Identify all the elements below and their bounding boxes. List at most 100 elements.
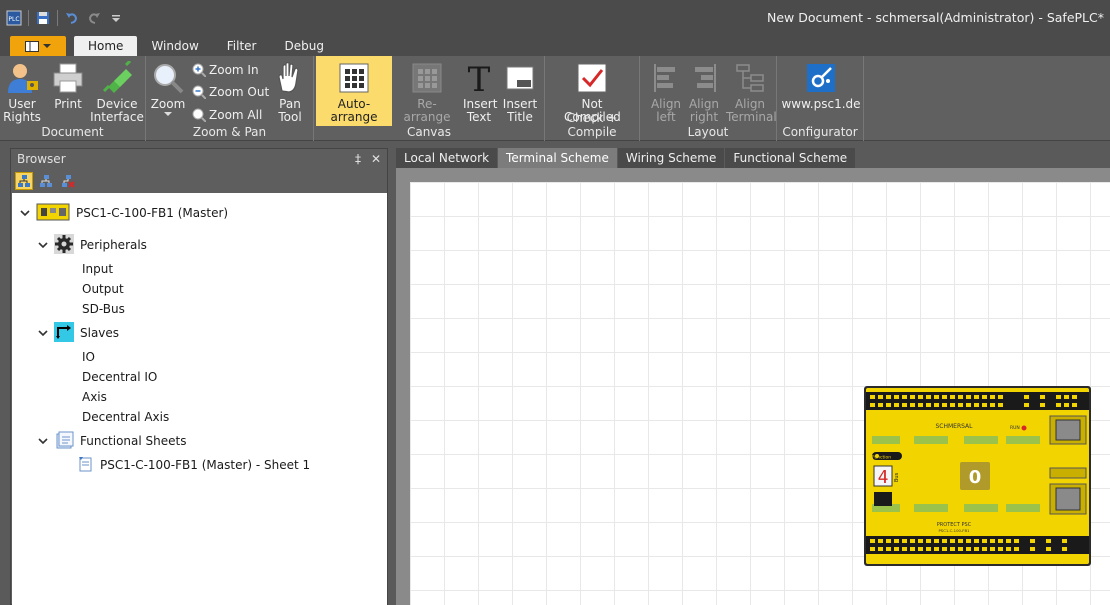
configurator-logo-icon (803, 60, 839, 96)
ribbon-tab-bar: Home Window Filter Debug (0, 36, 1110, 56)
magnifier-icon (150, 60, 186, 96)
save-icon[interactable] (35, 10, 51, 26)
pin-icon[interactable]: ‡ (355, 152, 361, 166)
chevron-down-icon (164, 112, 172, 116)
app-logo-icon[interactable]: PLC (6, 10, 22, 26)
align-left-button[interactable]: Align left (648, 56, 684, 126)
zoom-in-button[interactable]: Zoom In (192, 60, 259, 80)
quick-access-toolbar: PLC (0, 10, 124, 26)
tree-item-io[interactable]: IO (82, 347, 95, 367)
title-bar: PLC New Document - schmersal(Administrat… (0, 0, 1110, 36)
website-button[interactable]: www.psc1.de (781, 56, 861, 126)
text-t-icon: T (461, 60, 497, 96)
group-document: User Rights Print Device Interface Docum… (0, 56, 146, 141)
align-right-button[interactable]: Align right (686, 56, 722, 126)
align-terminal-icon (732, 60, 768, 96)
tree-item-output[interactable]: Output (82, 279, 124, 299)
group-label-layout: Layout (687, 125, 729, 139)
device-brand: SCHMERSAL (935, 423, 973, 430)
zoom-out-button[interactable]: Zoom Out (192, 82, 269, 102)
print-button[interactable]: Print (48, 56, 88, 126)
toolbar-separator (57, 10, 58, 26)
user-rights-button[interactable]: User Rights (2, 56, 42, 126)
group-canvas: Auto-arrange Re-arrange T Insert Text In… (314, 56, 545, 141)
zoom-button[interactable]: Zoom (148, 56, 188, 126)
tab-debug[interactable]: Debug (270, 36, 337, 56)
chevron-down-icon[interactable] (38, 240, 48, 250)
slaves-icon (54, 321, 74, 345)
group-label-zoom-pan: Zoom & Pan (192, 125, 267, 139)
browser-panel-header: Browser ‡ ✕ (11, 149, 387, 169)
tree-item-sd-bus[interactable]: SD-Bus (82, 299, 125, 319)
device-bus-label: Bus (894, 472, 900, 482)
zoom-all-icon (192, 108, 206, 122)
plc-device[interactable]: Function 4 Bus 0 SCHMERSAL RUN PROTECT P… (864, 386, 1091, 566)
add-node-icon[interactable] (15, 172, 33, 190)
device-run-label: RUN (1010, 425, 1020, 431)
tab-filter[interactable]: Filter (213, 36, 271, 56)
tree-node-root[interactable]: PSC1-C-100-FB1 (Master) (20, 203, 228, 223)
tree-node-peripherals[interactable]: Peripherals (38, 233, 147, 257)
window-title: New Document - schmersal(Administrator) … (767, 10, 1104, 25)
compile-check-icon (574, 60, 610, 96)
tree-item-sheet-1[interactable]: PSC1-C-100-FB1 (Master) - Sheet 1 (78, 455, 310, 475)
chevron-down-icon (43, 44, 51, 48)
auto-arrange-button[interactable]: Auto-arrange (316, 56, 392, 126)
network-node-icon[interactable] (37, 172, 55, 190)
tree-item-decentral-io[interactable]: Decentral IO (82, 367, 157, 387)
undo-icon[interactable] (64, 10, 80, 26)
dropdown-icon[interactable] (108, 10, 124, 26)
tree-item-axis[interactable]: Axis (82, 387, 107, 407)
chevron-down-icon[interactable] (38, 328, 48, 338)
chevron-down-icon[interactable] (38, 436, 48, 446)
browser-tree: PSC1-C-100-FB1 (Master) Peripherals Inpu… (12, 193, 387, 605)
browser-panel-title: Browser (17, 152, 66, 166)
chevron-down-icon[interactable] (20, 208, 30, 218)
svg-text:PLC: PLC (8, 16, 19, 23)
browser-toolbar (11, 169, 387, 193)
tab-functional-scheme[interactable]: Functional Scheme (725, 148, 856, 168)
tree-node-functional-sheets[interactable]: Functional Sheets (38, 431, 187, 451)
tree-label-functional-sheets: Functional Sheets (80, 434, 187, 448)
pan-tool-button[interactable]: Pan Tool (270, 56, 310, 126)
tree-item-input[interactable]: Input (82, 259, 113, 279)
document-tab-bar: Local Network Terminal Scheme Wiring Sch… (396, 148, 1110, 168)
ribbon: User Rights Print Device Interface Docum… (0, 56, 1110, 141)
tab-window[interactable]: Window (137, 36, 212, 56)
align-left-icon (648, 60, 684, 96)
gear-icon (54, 233, 74, 257)
zoom-all-button[interactable]: Zoom All (192, 105, 262, 125)
device-counter-value: 0 (969, 467, 982, 488)
tab-home[interactable]: Home (74, 36, 138, 56)
printer-icon (50, 60, 86, 96)
group-label-check: Check + Compile (566, 111, 618, 139)
insert-title-button[interactable]: Insert Title (498, 56, 542, 126)
tab-wiring-scheme[interactable]: Wiring Scheme (617, 148, 725, 168)
title-block-icon (502, 60, 538, 96)
tab-local-network[interactable]: Local Network (396, 148, 498, 168)
group-layout: Align left Align right Align Terminal La… (640, 56, 777, 141)
tree-node-slaves[interactable]: Slaves (38, 321, 119, 345)
tree-item-decentral-axis[interactable]: Decentral Axis (82, 407, 169, 427)
grid-rearrange-icon (409, 60, 445, 96)
plc-device-icon (36, 202, 70, 225)
re-arrange-button[interactable]: Re-arrange (396, 56, 458, 126)
tree-label-peripherals: Peripherals (80, 238, 147, 252)
plug-icon (99, 60, 135, 96)
insert-text-button[interactable]: T Insert Text (460, 56, 498, 126)
group-configurator: www.psc1.de Configurator (777, 56, 864, 141)
device-function-label: Function (872, 455, 891, 461)
redo-icon[interactable] (86, 10, 102, 26)
align-terminal-button[interactable]: Align Terminal (726, 56, 777, 126)
tab-terminal-scheme[interactable]: Terminal Scheme (498, 148, 617, 168)
close-icon[interactable]: ✕ (371, 152, 381, 166)
sheet-icon (78, 456, 94, 475)
terminal-scheme-canvas[interactable]: Function 4 Bus 0 SCHMERSAL RUN PROTECT P… (410, 182, 1110, 605)
device-display-value: 4 (878, 467, 889, 488)
align-right-icon (686, 60, 722, 96)
zoom-in-icon (192, 63, 206, 77)
device-interface-button[interactable]: Device Interface (90, 56, 144, 126)
delete-node-icon[interactable] (59, 172, 77, 190)
tree-label-sheet-1: PSC1-C-100-FB1 (Master) - Sheet 1 (100, 458, 311, 472)
application-menu-button[interactable] (10, 36, 66, 56)
